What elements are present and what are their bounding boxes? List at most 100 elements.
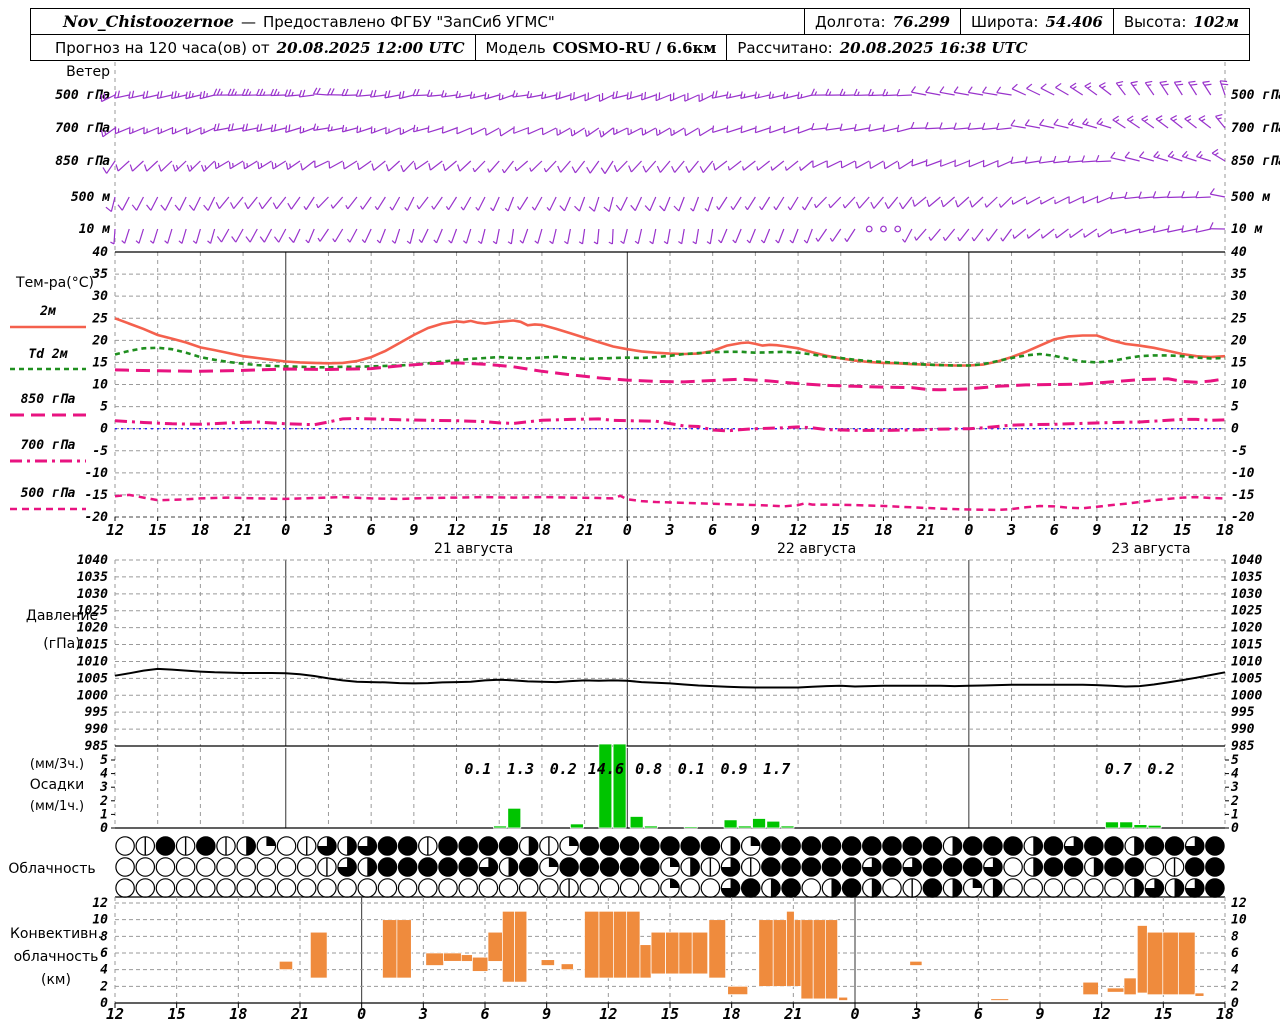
wind-barb-icon	[1027, 228, 1041, 239]
cloud-cover-icon	[1144, 857, 1165, 877]
bottom-time-tick-label: 12	[106, 1005, 124, 1023]
wind-barb-icon	[263, 228, 273, 243]
wind-barb-icon	[714, 160, 728, 171]
cloud-cover-icon	[256, 878, 277, 898]
precip-bar	[723, 819, 738, 829]
wind-barb-icon	[1010, 124, 1026, 129]
wind-barb-icon	[229, 160, 244, 170]
wind-barb-icon	[846, 228, 856, 242]
time-tick-label: 21	[575, 521, 594, 539]
wind-barb-icon	[427, 94, 443, 97]
cloud-cover-full-icon	[1044, 857, 1063, 877]
temp-ytick-right: 35	[1230, 267, 1247, 282]
wind-barb-icon	[115, 127, 130, 135]
time-axis: 12 15 18 21 0 3 6 9 12 15 18 21 0 3 6 9 12 15 18 21 0 3 6 9 12 15…	[106, 517, 1234, 557]
wind-barb-icon	[620, 196, 628, 211]
cloud-cover-full-icon	[882, 836, 902, 856]
wind-barb-icon	[150, 196, 159, 211]
wind-barb-icon	[812, 160, 827, 169]
convective-cloud-bar	[1082, 981, 1099, 996]
wind-barb-icon	[1110, 228, 1126, 235]
wind-barb-icon	[712, 94, 728, 99]
convective-cloud-bar	[678, 931, 693, 975]
convective-cloud-bar	[909, 960, 923, 966]
wind-barb-icon	[128, 94, 144, 99]
wind-barb-icon	[702, 160, 714, 174]
wind-barb-icon	[1012, 196, 1027, 205]
date-label: 22 августа	[777, 541, 856, 557]
wind-barb-icon	[959, 228, 970, 242]
wind-barb-icon	[940, 160, 955, 167]
wind-barb-icon	[841, 160, 856, 169]
wind-barb-icon	[545, 160, 557, 173]
wind-barb-icon	[1195, 196, 1211, 199]
cloud-cover-full-icon	[1185, 857, 1204, 877]
cloud-cover-full-icon	[781, 857, 801, 877]
wind-barb-icon	[334, 228, 344, 243]
convective-cloud-bar	[1106, 987, 1125, 993]
convective-cloud-bar	[691, 931, 709, 975]
precip-bar	[612, 743, 627, 829]
time-tick-label: 0	[281, 521, 290, 539]
wind-barb-icon	[293, 228, 301, 243]
series-500-гПа	[114, 493, 1226, 512]
legend-label: Td 2м	[28, 347, 67, 362]
cloud-cover-part-icon	[952, 836, 962, 856]
pressure-ytick-left: 1015	[77, 638, 108, 653]
cloud-cover-icon	[377, 878, 398, 898]
precip-bar	[1133, 824, 1148, 829]
convective-cloud-bar	[1136, 925, 1148, 994]
time-tick-label: 18	[1216, 521, 1234, 539]
legend-label: 2м	[39, 304, 56, 319]
bottom-time-tick-label: 21	[290, 1005, 309, 1023]
cloud-cover-full-icon	[781, 878, 801, 898]
convective-cloud-bar	[425, 952, 444, 966]
cloud-cover-full-icon	[923, 836, 942, 856]
wind-barb-icon	[195, 228, 201, 244]
convective-cloud-bar	[708, 919, 726, 979]
wind-barb-icon	[596, 228, 600, 244]
wind-barb-icon	[215, 160, 230, 170]
wind-barb-icon	[406, 196, 415, 211]
calm-icon	[880, 225, 887, 233]
cloud-cover-full-icon	[701, 836, 720, 856]
wind-barb-icon	[898, 160, 913, 170]
cloud-cover-full-icon	[196, 836, 216, 856]
wind-barb-icon	[1084, 85, 1098, 96]
wind-barb-icon	[560, 160, 571, 173]
wind-barb-icon	[626, 94, 642, 100]
cloud-cover-full-icon	[1104, 836, 1124, 856]
time-tick-label: 0	[623, 521, 632, 539]
cloud-cover-full-icon	[842, 878, 861, 898]
cloud-cover-full-icon	[620, 857, 639, 877]
wind-barb-icon	[670, 94, 685, 102]
convective-panel: 12 1210 108 86 64 42 20 0Конвективн.облачность(…	[10, 896, 1247, 1011]
wind-barb-icon	[537, 228, 543, 244]
pressure-ytick-right: 1030	[1231, 587, 1262, 602]
wind-barb-icon	[642, 127, 657, 136]
wind-barb-icon	[681, 228, 685, 244]
date-label: 23 августа	[1111, 541, 1190, 557]
wind-barb-icon	[167, 228, 173, 244]
time-tick-label: 9	[751, 521, 760, 539]
cloud-cover-icon	[276, 878, 297, 898]
wind-barb-icon	[415, 160, 429, 171]
temp-ytick-left: 5	[100, 400, 108, 415]
conv-title-2: облачность	[14, 949, 99, 965]
precip-bar	[629, 816, 644, 829]
cloud-cover-part-icon	[528, 836, 538, 856]
pressure-ytick-left: 1030	[77, 587, 108, 602]
temp-ytick-left: -10	[85, 466, 109, 481]
wind-barb-icon	[789, 196, 799, 211]
precip-value-label: 0.1	[464, 760, 491, 778]
wind-barb-icon	[200, 127, 215, 135]
precip-bar	[598, 743, 613, 829]
convective-cloud-bar	[825, 919, 838, 1000]
wind-barb-icon	[827, 160, 842, 169]
wind-barb-icon	[317, 196, 329, 209]
convective-cloud-bar	[584, 910, 600, 979]
wind-barb-icon	[256, 127, 272, 132]
wind-barb-icon	[522, 228, 529, 244]
wind-barb-icon	[815, 196, 827, 209]
cloud-cover-icon	[317, 878, 337, 898]
